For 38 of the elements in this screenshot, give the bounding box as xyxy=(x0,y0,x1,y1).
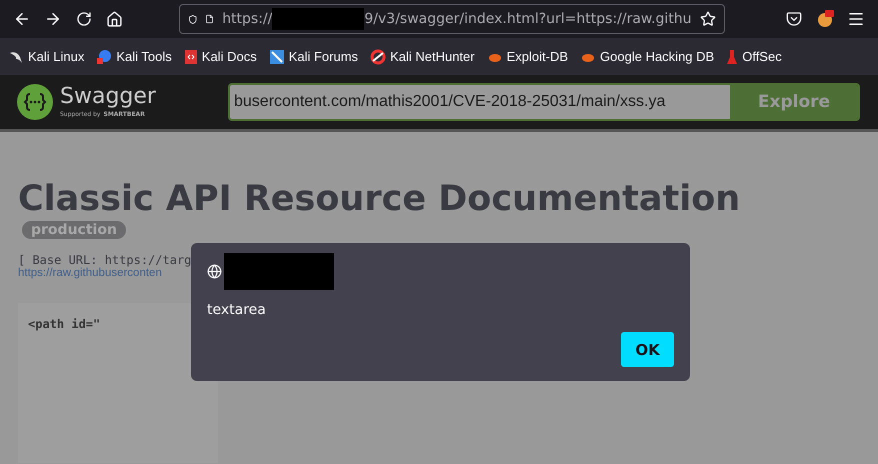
star-icon[interactable] xyxy=(700,11,716,27)
bookmark-tile-icon xyxy=(268,48,285,64)
bookmark-label: OffSec xyxy=(742,49,782,64)
bookmark-link[interactable]: Google Hacking DB xyxy=(580,48,714,64)
bookmark-label: Kali Docs xyxy=(202,49,257,64)
base-url-text: [ Base URL: https://targ xyxy=(18,252,192,266)
dialog-message: textarea xyxy=(207,302,267,318)
bookmark-label: Kali NetHunter xyxy=(390,49,475,64)
url-text: 9/v3/swagger/index.html?url=https://raw.githu xyxy=(364,11,692,27)
ring-icon xyxy=(370,48,386,64)
bookmark-label: Kali Linux xyxy=(28,49,84,64)
version-tag: production xyxy=(22,220,126,238)
bookmark-label: Google Hacking DB xyxy=(600,49,714,64)
code-text: <path id=" xyxy=(28,316,100,330)
document-icon xyxy=(184,48,198,64)
address-bar[interactable]: https:// 9/v3/swagger/index.html?url=https://raw.githu xyxy=(178,4,725,34)
globe-icon xyxy=(207,264,222,279)
pocket-icon xyxy=(786,11,802,27)
url-text: https:// xyxy=(222,11,272,27)
ok-button[interactable]: OK xyxy=(621,332,674,367)
reload-icon xyxy=(76,11,92,27)
bookmark-link[interactable]: Kali Linux xyxy=(8,48,84,64)
page-title: Classic API Resource Documentation xyxy=(18,180,742,218)
bookmark-link[interactable]: Kali Forums xyxy=(268,48,358,64)
page-icon xyxy=(205,12,214,26)
bookmark-link[interactable]: Kali NetHunter xyxy=(370,48,475,64)
bookmark-link[interactable]: Kali Docs xyxy=(184,48,257,64)
bookmark-label: Kali Tools xyxy=(116,49,172,64)
flask-icon xyxy=(726,48,738,64)
bookmark-label: Kali Forums xyxy=(288,49,358,64)
bookmark-link[interactable]: Kali Tools xyxy=(96,48,172,64)
bookmark-link[interactable]: Exploit-DB xyxy=(486,48,568,64)
swagger-logo-icon xyxy=(16,83,54,121)
bookmark-link[interactable]: OffSec xyxy=(726,48,782,64)
bookmark-label: Exploit-DB xyxy=(506,49,568,64)
home-icon xyxy=(106,10,124,28)
menu-icon xyxy=(847,10,866,28)
logo-text: Swagger xyxy=(60,86,156,108)
